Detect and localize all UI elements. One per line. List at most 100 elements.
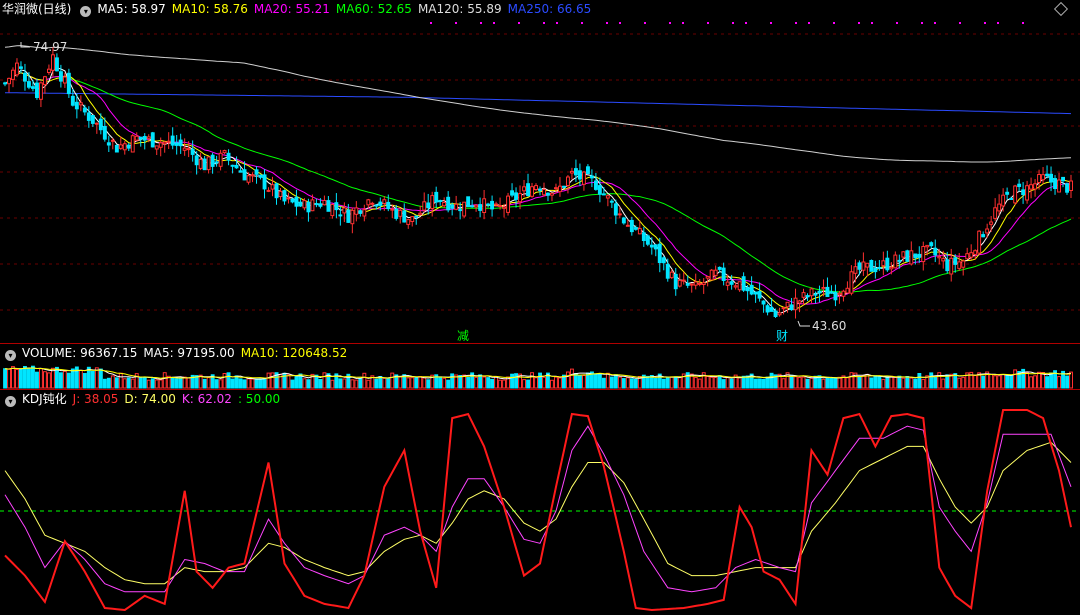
candle-body [989,221,994,225]
volume-bar [82,373,87,389]
volume-bar [418,376,423,389]
volume-ma5-label: MA5: 97195.00 [143,346,235,360]
volume-bar [498,379,503,389]
candle-body [917,253,922,258]
volume-bar [877,376,882,389]
volume-bar [186,377,191,389]
candle-body [809,288,814,297]
volume-bar [102,378,107,389]
volume-bar [110,375,115,389]
signal-dot [745,22,747,24]
candle-body [178,139,183,147]
volume-bar [146,379,151,389]
candle-body [182,147,187,151]
candle-body [725,281,730,286]
signal-dot [871,22,873,24]
volume-panel: ▾ VOLUME: 96367.15 MA5: 97195.00 MA10: 1206… [0,344,1080,389]
candle-body [474,204,479,208]
candle-body [62,76,67,84]
candle-body [470,205,475,208]
candle-body [230,164,235,167]
ma10-label: MA10: 58.76 [171,2,248,16]
candle-body [1021,189,1026,195]
volume-bar [514,373,518,389]
candle-body [865,262,870,268]
candle-body [310,199,315,212]
signal-dot [808,22,810,24]
volume-bar [881,378,886,389]
volume-bar [90,370,95,389]
volume-bar [625,377,630,389]
volume-bar [170,377,175,389]
volume-bar [801,376,806,389]
candle-body [645,235,650,245]
candle-body [382,199,387,204]
volume-bar [889,375,894,389]
signal-dot [493,22,495,24]
volume-bar [27,367,31,389]
candle-body [502,206,507,209]
candle-body [621,217,626,224]
volume-settings-icon[interactable]: ▾ [5,350,16,361]
volume-bar [989,373,994,389]
kdj-settings-icon[interactable]: ▾ [5,396,16,407]
volume-bar [486,377,491,389]
volume-bar [126,377,131,389]
candle-body [629,219,634,233]
volume-bar [669,376,674,389]
candle-body [298,201,303,207]
candle-body [1001,194,1006,207]
volume-bar [929,372,934,389]
volume-bar [23,366,27,389]
candle-body [354,207,359,215]
candle-body [110,139,115,142]
volume-bar [118,372,123,389]
candle-body [1041,174,1045,181]
candle-body [438,200,443,202]
candle-body [542,189,546,196]
volume-bar [653,377,658,389]
volume-bar [47,372,51,389]
signal-dot [833,22,835,24]
volume-bar [1033,375,1037,389]
kdj-d-line [4,441,1072,585]
settings-circle-icon[interactable]: ▾ [80,6,92,17]
volume-bar [290,379,295,389]
volume-bar [582,375,586,389]
candle-body [721,267,726,282]
event-marker-jian[interactable]: 减 [457,329,469,343]
candle-body [697,283,702,285]
candle-body [330,204,335,217]
volume-bar [414,377,419,389]
volume-bar [450,373,455,389]
volume-bar [262,377,267,389]
volume-bar [781,378,786,389]
candle-body [941,258,946,262]
candle-body [953,257,958,265]
volume-bar [558,377,562,389]
candle-body [957,261,962,269]
candle-body [685,283,690,286]
candle-body [11,69,15,80]
candle-body [254,169,259,175]
volume-bar [913,378,918,389]
candle-body [641,232,646,242]
volume-bar [849,372,854,389]
candle-body [346,209,351,223]
signal-dot [921,22,923,24]
volume-bar [234,375,239,389]
candle-body [945,259,950,272]
volume-bar [174,378,179,389]
candle-body [270,184,275,190]
volume-bar [993,375,998,389]
event-marker-cai[interactable]: 财 [776,329,788,343]
ma10-line [4,72,1072,311]
candle-body [514,192,518,200]
volume-bar [59,372,63,389]
candle-body [158,142,163,148]
kdj-ref-label: : 50.00 [237,392,281,406]
candle-body [166,140,171,143]
kdj-d-label: D: 74.00 [124,392,176,406]
signal-dot [543,22,545,24]
volume-bar [15,369,19,389]
